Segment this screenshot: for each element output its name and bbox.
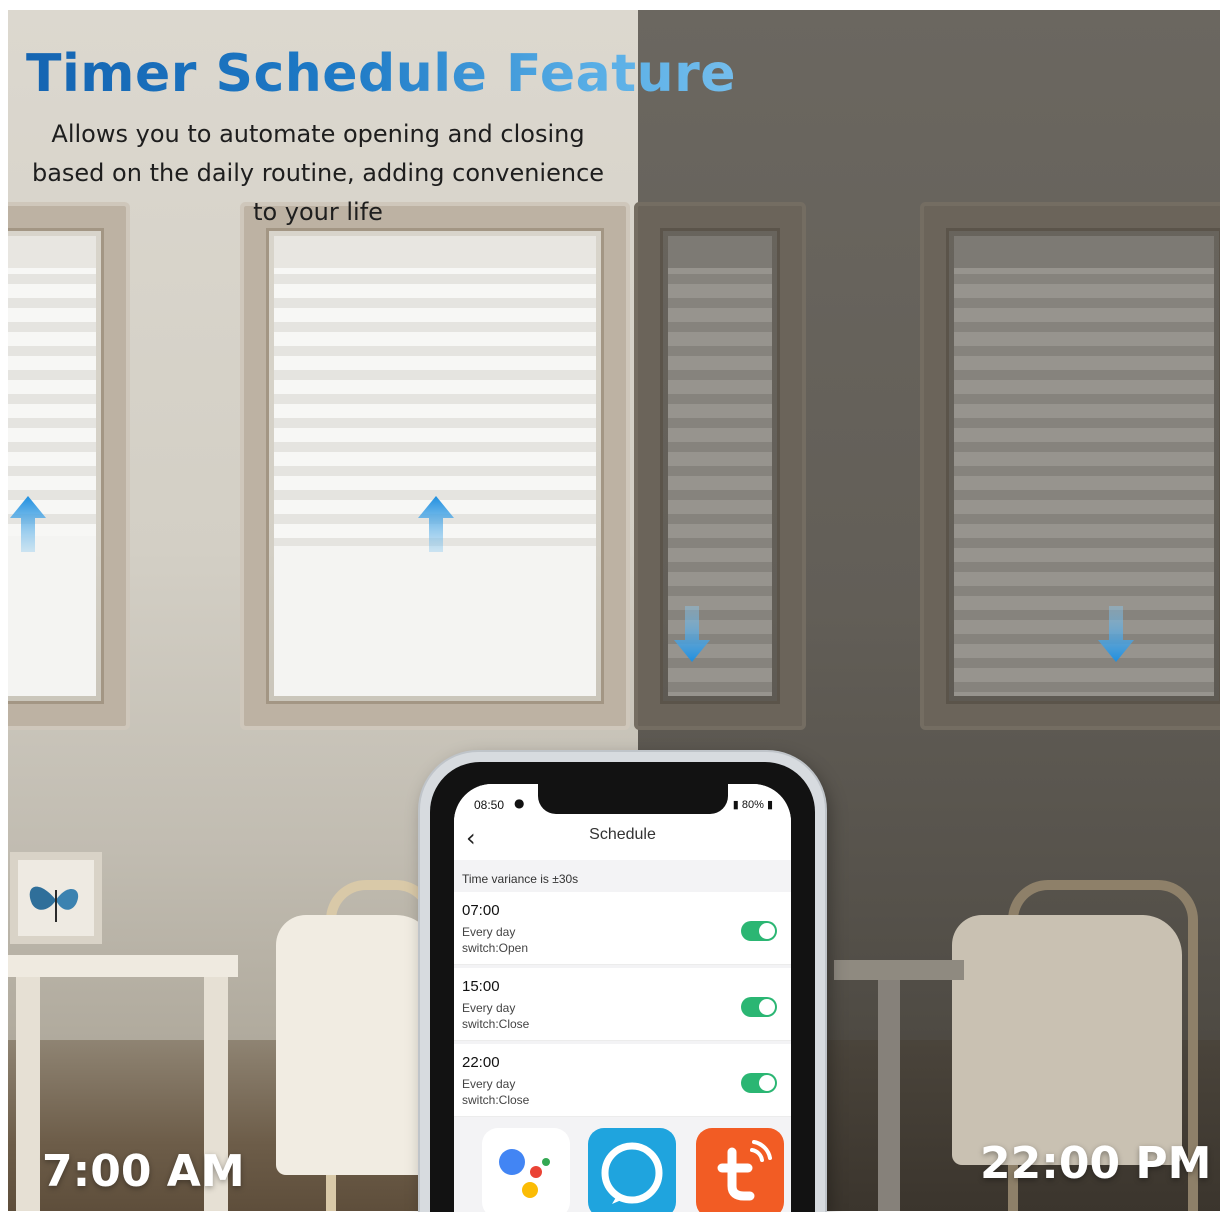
side-table-night-leg bbox=[878, 980, 900, 1211]
schedule-nav-bar: ‹ Schedule bbox=[454, 820, 791, 860]
side-table-night bbox=[834, 960, 964, 980]
battery-level: 80% bbox=[741, 799, 764, 811]
schedule-action: switch:Close bbox=[462, 1093, 530, 1107]
phone-bezel: 08:50 ● ▮ 80% ▮ ‹ Schedule Time variance… bbox=[430, 762, 815, 1212]
schedule-time: 07:00 bbox=[462, 902, 500, 919]
butterfly-picture-frame bbox=[10, 852, 102, 944]
headline: Timer Schedule Feature bbox=[26, 44, 737, 104]
schedule-toggle[interactable] bbox=[741, 921, 777, 941]
blanket-night bbox=[952, 915, 1182, 1165]
google-assistant-icon bbox=[482, 1128, 570, 1212]
alexa-icon bbox=[588, 1128, 676, 1212]
subtext: Allows you to automate opening and closi… bbox=[18, 115, 618, 232]
arrow-down-icon bbox=[674, 606, 710, 662]
phone-notch bbox=[538, 784, 728, 814]
phone-mockup: 08:50 ● ▮ 80% ▮ ‹ Schedule Time variance… bbox=[420, 752, 825, 1212]
battery-icon: ▮ bbox=[766, 799, 773, 811]
schedule-item[interactable]: 22:00 Every day switch:Close bbox=[454, 1044, 791, 1117]
window-night-right bbox=[924, 206, 1220, 726]
window-night-left bbox=[638, 206, 802, 726]
blanket-day bbox=[276, 915, 436, 1175]
subtext-line: to your life bbox=[253, 198, 383, 226]
schedule-action: switch:Open bbox=[462, 941, 529, 955]
tuya-icon bbox=[696, 1128, 784, 1212]
compatible-apps bbox=[454, 1124, 791, 1212]
schedule-repeat: Every day bbox=[462, 1001, 516, 1015]
time-variance-note: Time variance is ±30s bbox=[462, 872, 579, 886]
window-day-left bbox=[8, 206, 126, 726]
schedule-action: switch:Close bbox=[462, 1017, 530, 1031]
subtext-line: based on the daily routine, adding conve… bbox=[31, 159, 605, 187]
arrow-up-icon bbox=[418, 496, 454, 552]
schedule-toggle[interactable] bbox=[741, 1073, 777, 1093]
schedule-repeat: Every day bbox=[462, 925, 516, 939]
morning-time-label: 7:00 AM bbox=[42, 1146, 245, 1197]
status-time: 08:50 bbox=[474, 798, 505, 812]
schedule-time: 15:00 bbox=[462, 978, 500, 995]
battery-indicator: ▮ 80% ▮ bbox=[733, 798, 773, 811]
schedule-repeat: Every day bbox=[462, 1077, 516, 1091]
arrow-up-icon bbox=[10, 496, 46, 552]
schedule-toggle[interactable] bbox=[741, 997, 777, 1017]
night-time-label: 22:00 PM bbox=[980, 1138, 1212, 1189]
schedule-item[interactable]: 15:00 Every day switch:Close bbox=[454, 968, 791, 1041]
schedule-item[interactable]: 07:00 Every day switch:Open bbox=[454, 892, 791, 965]
side-table bbox=[8, 955, 238, 977]
signal-icon: ▮ bbox=[732, 799, 739, 811]
window-day-center bbox=[244, 206, 626, 726]
subtext-line: Allows you to automate opening and closi… bbox=[51, 120, 585, 148]
side-table-leg bbox=[16, 977, 40, 1211]
page-title: Schedule bbox=[589, 826, 656, 843]
phone-screen: 08:50 ● ▮ 80% ▮ ‹ Schedule Time variance… bbox=[454, 784, 791, 1212]
arrow-down-icon bbox=[1098, 606, 1134, 662]
chat-icon: ● bbox=[514, 796, 525, 810]
schedule-time: 22:00 bbox=[462, 1054, 500, 1071]
